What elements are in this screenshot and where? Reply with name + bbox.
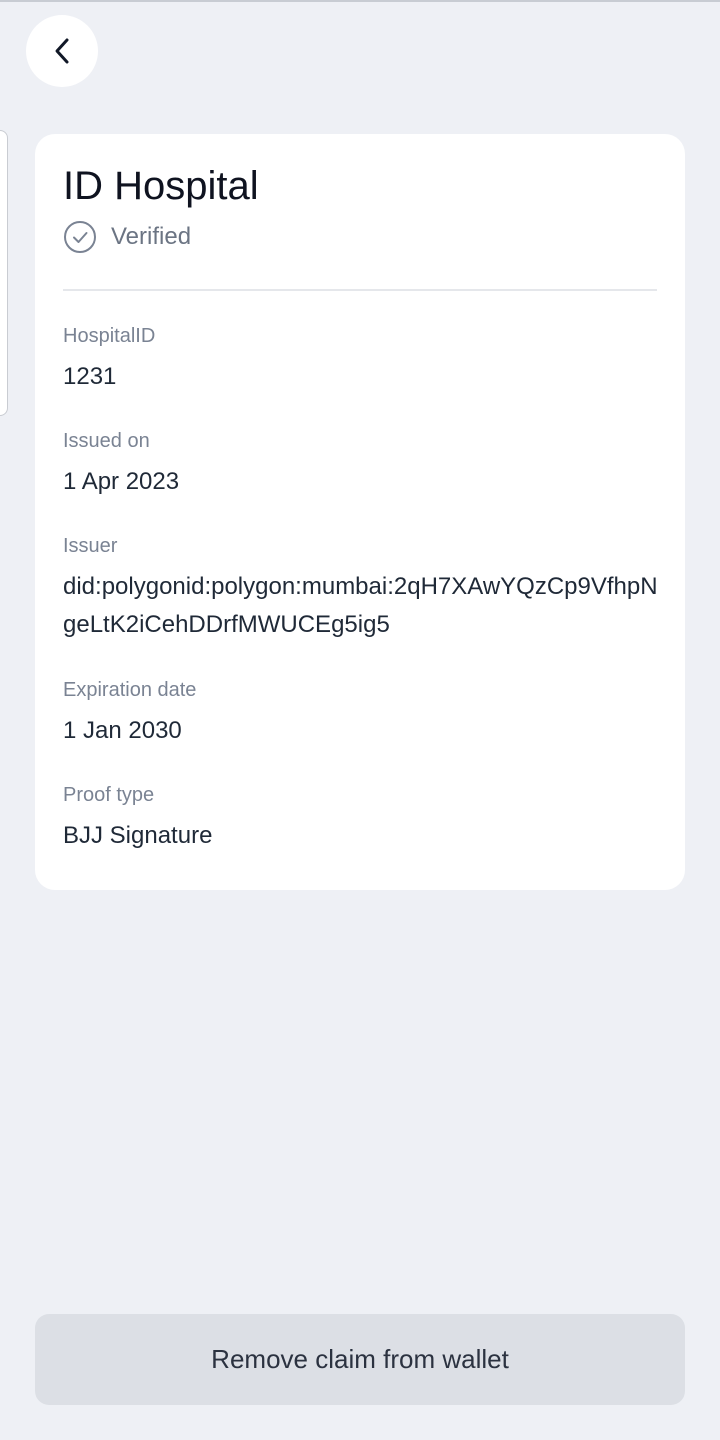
top-divider: [0, 0, 720, 2]
field-label: Proof type: [63, 784, 155, 806]
remove-claim-button[interactable]: Remove claim from wallet: [35, 1314, 685, 1405]
claim-card: ID Hospital Verified HospitalID 1231 Iss…: [35, 134, 685, 890]
field-label: Issuer: [63, 535, 118, 557]
field-value: 1 Jan 2030: [63, 717, 182, 744]
field-expiration-date: Expiration date 1 Jan 2030: [63, 678, 663, 750]
field-proof-type: Proof type BJJ Signature: [63, 783, 663, 855]
field-value: 1231: [63, 363, 117, 390]
field-value: did:polygonid:polygon:mumbai:2qH7XAwYQzC…: [63, 573, 658, 638]
field-issued-on: Issued on 1 Apr 2023: [63, 429, 663, 501]
field-hospital-id: HospitalID 1231: [63, 324, 663, 396]
status-label: Verified: [111, 223, 192, 250]
back-button[interactable]: [26, 15, 98, 87]
field-label: HospitalID: [63, 325, 156, 347]
field-label: Issued on: [63, 430, 150, 452]
chevron-left-icon: [55, 38, 69, 64]
adjacent-card-edge[interactable]: [0, 130, 8, 416]
field-value: BJJ Signature: [63, 822, 213, 849]
field-issuer: Issuer did:polygonid:polygon:mumbai:2qH7…: [63, 534, 659, 644]
claim-title: ID Hospital: [63, 164, 259, 208]
verified-status: Verified: [63, 220, 191, 254]
field-label: Expiration date: [63, 679, 197, 701]
field-value: 1 Apr 2023: [63, 468, 180, 495]
check-circle-icon: [64, 221, 96, 253]
card-divider: [63, 289, 657, 291]
